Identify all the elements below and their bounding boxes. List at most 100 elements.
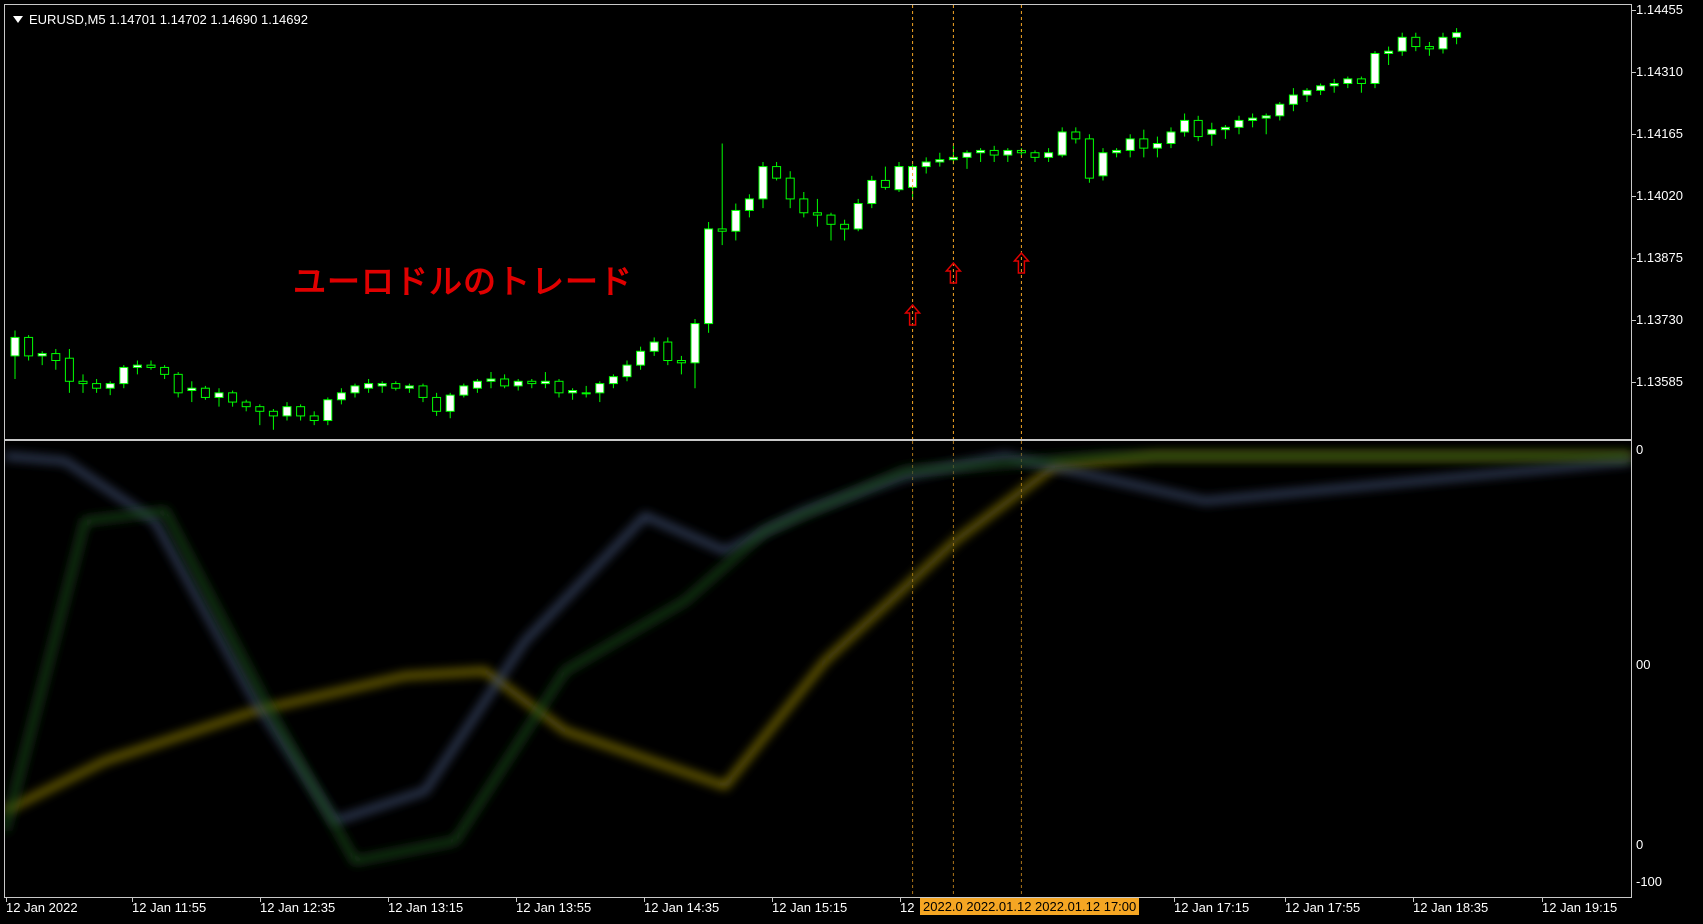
candle	[1316, 83, 1326, 96]
candle	[1261, 113, 1271, 135]
indicator-label: 0	[1636, 837, 1644, 852]
candle	[296, 404, 306, 421]
candle-body	[622, 364, 632, 378]
candle	[1152, 136, 1162, 158]
candle	[649, 337, 659, 356]
candle-body	[51, 353, 61, 362]
time-label: 12 Jan 13:55	[516, 900, 592, 915]
collapse-triangle-icon[interactable]	[13, 16, 23, 23]
candle	[445, 392, 455, 419]
candle	[608, 374, 618, 389]
symbol-info-bar: EURUSD,M5 1.14701 1.14702 1.14690 1.1469…	[13, 12, 308, 27]
candle	[744, 194, 754, 218]
candle	[255, 404, 265, 426]
candle	[717, 143, 727, 246]
candle	[51, 348, 61, 370]
price-label: 1.14165	[1636, 126, 1683, 141]
price-axis: 1.14455 1.14310 1.14165 1.14020 1.13875 1.137…	[1632, 0, 1703, 440]
candle-body	[1343, 78, 1353, 84]
time-label: 12 Jan 18:35	[1413, 900, 1489, 915]
time-label: 12 Jan 17:15	[1174, 900, 1250, 915]
candle-body	[744, 198, 754, 211]
chart-annotation[interactable]: ユーロドルのトレード	[293, 255, 633, 303]
candle	[1424, 41, 1434, 56]
candle	[472, 378, 482, 393]
candle-body	[772, 166, 782, 179]
candle-body	[731, 209, 741, 232]
time-axis: 12 Jan 2022 12 Jan 11:55 12 Jan 12:35 12 Ja…	[0, 898, 1703, 924]
candle	[78, 374, 88, 393]
candle	[636, 346, 646, 370]
candle	[894, 161, 904, 192]
candle-body	[649, 341, 659, 352]
candle-body	[78, 380, 88, 385]
candle-body	[962, 152, 972, 158]
candle	[132, 360, 142, 375]
time-label: 12 Jan 2022	[6, 900, 78, 915]
candle	[241, 399, 251, 412]
candle	[840, 219, 850, 241]
candle-body	[853, 203, 863, 230]
candle-body	[1193, 119, 1203, 138]
candle-body	[500, 378, 510, 387]
candle-body	[472, 380, 482, 389]
candle-body	[717, 228, 727, 232]
candle	[364, 378, 374, 393]
candle	[282, 402, 292, 421]
candle-body	[268, 410, 278, 417]
candle	[921, 157, 931, 174]
candle	[785, 171, 795, 209]
candle-body	[1180, 119, 1190, 133]
candle-body	[1044, 152, 1054, 158]
candle-body	[432, 396, 442, 412]
candle-body	[989, 149, 999, 156]
candle-body	[1125, 138, 1135, 151]
candle-body	[1288, 94, 1298, 105]
candle-body	[1397, 36, 1407, 52]
candle	[105, 381, 115, 396]
candle-body	[554, 380, 564, 394]
price-label: 1.14020	[1636, 188, 1683, 203]
candle	[1139, 129, 1149, 158]
candle	[1411, 32, 1421, 52]
candle	[1098, 148, 1108, 181]
candle	[37, 351, 47, 366]
candle-body	[200, 387, 210, 398]
candle-body	[690, 323, 700, 364]
candle-body	[132, 364, 142, 368]
time-label: 12 Jan 14:35	[644, 900, 720, 915]
candle-body	[119, 366, 129, 385]
price-label: 1.13585	[1636, 374, 1683, 389]
candle	[92, 378, 102, 393]
candle-body	[1452, 32, 1462, 38]
candle-body	[1234, 119, 1244, 128]
candle-body	[799, 198, 809, 214]
candle	[146, 360, 156, 370]
candle-body	[894, 166, 904, 191]
candle	[228, 390, 238, 407]
candle	[323, 397, 333, 426]
candle-body	[24, 336, 34, 357]
indicator-pane[interactable]	[4, 440, 1632, 898]
candle	[459, 383, 469, 398]
candle-body	[214, 392, 224, 398]
candle-body	[255, 406, 265, 412]
candle	[1438, 32, 1448, 54]
candle-body	[486, 378, 496, 382]
candle-body	[296, 406, 306, 417]
candle-body	[282, 406, 292, 417]
candle-body	[1370, 52, 1380, 84]
time-label: 12 Jan 12:35	[260, 900, 336, 915]
indicator-axis: 0 00 0 -100	[1632, 440, 1703, 898]
price-chart-pane[interactable]: EURUSD,M5 1.14701 1.14702 1.14690 1.1469…	[4, 4, 1632, 440]
candle-body	[1275, 103, 1285, 117]
candle	[554, 378, 564, 398]
price-label: 1.13875	[1636, 250, 1683, 265]
candle-body	[1139, 138, 1149, 149]
candle-body	[459, 385, 469, 396]
candle	[1057, 127, 1067, 158]
candle	[486, 372, 496, 389]
candle	[1356, 76, 1366, 93]
candle-body	[241, 401, 251, 408]
candle	[690, 318, 700, 389]
